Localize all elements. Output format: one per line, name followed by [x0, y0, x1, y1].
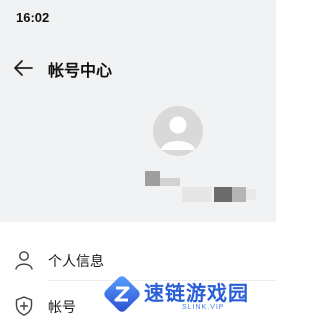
menu-item-label: 个人信息 [48, 253, 104, 269]
watermark-logo-icon [104, 276, 140, 312]
menu-item-label: 帐号 [48, 299, 76, 315]
shield-plus-icon [15, 296, 33, 316]
page-title: 帐号中心 [48, 63, 113, 80]
user-avatar-icon [161, 116, 195, 150]
username-blur [160, 178, 180, 186]
username-blur [145, 171, 160, 186]
account-id-blur [246, 189, 256, 200]
person-icon [15, 251, 33, 270]
avatar[interactable] [153, 106, 203, 156]
arrow-left-icon [14, 60, 33, 76]
account-id-blur [214, 187, 232, 202]
watermark-subtext: SLINK.VIP [182, 304, 225, 311]
watermark-text: 速链游戏园 [144, 283, 249, 305]
account-id-blur [182, 187, 212, 202]
back-button[interactable] [10, 56, 36, 80]
watermark: 速链游戏园 SLINK.VIP [100, 271, 270, 317]
status-time: 16:02 [16, 10, 50, 25]
account-id-blur [232, 187, 246, 202]
